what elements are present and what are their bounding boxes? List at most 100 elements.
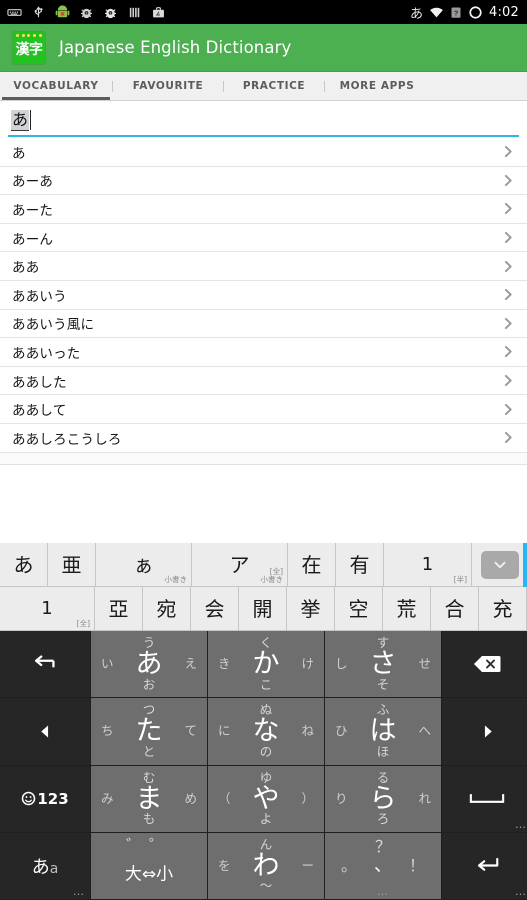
flick-cluster: る り ら れ ろ [325,770,441,828]
candidate-item[interactable]: 開 [239,587,287,631]
key-enter[interactable]: … [442,832,527,900]
flick-left: り [335,790,348,806]
candidate-item[interactable]: 1 [半] [384,543,472,587]
flick-left: し [335,655,348,671]
flick-up: ？ [374,836,392,856]
list-item[interactable]: あーた [0,195,527,224]
list-item[interactable]: ああ [0,252,527,281]
candidate-item[interactable]: あ [0,543,48,587]
flick-left: い [101,655,114,671]
candidate-item[interactable]: ぁ 小書き [96,543,192,587]
ime-candidate-bar: あ 亜 ぁ 小書き ア [全] 小書き 在 有 1 [半] 1 [全] 亞 宛 … [0,543,527,631]
candidate-item[interactable]: 亞 [95,587,143,631]
key-ta-row[interactable]: つ ち た て と [91,698,208,766]
key-na-row[interactable]: ぬ に な ね の [208,698,325,766]
status-bar-left-icons: i i [0,4,166,20]
key-wa-row[interactable]: ん を わ ー 〜 [208,832,325,900]
candidate-text: 有 [349,552,370,577]
key-undo[interactable] [0,631,91,699]
list-item[interactable]: あーん [0,223,527,253]
flick-center: た [135,715,163,747]
tab-more-apps[interactable]: MORE APPS [325,72,429,100]
clock: 4:02 [489,4,519,20]
candidate-item[interactable]: 宛 [143,587,191,631]
candidate-item[interactable]: 有 [336,543,384,587]
vocabulary-result-list[interactable]: あ あーあ あーた あーん ああ ああいう ああいう風に ああいった ああした … [0,138,527,465]
list-item-label: ああいった [12,345,81,362]
bug-icon-1: i [79,5,94,20]
list-item-label: ああいう風に [12,317,95,334]
flick-cluster: つ ち た て と [91,702,207,760]
candidate-item[interactable]: ア [全] 小書き [192,543,288,587]
candidate-text: 開 [252,596,273,621]
candidate-item[interactable]: 空 [335,587,383,631]
flick-right: め [184,790,197,806]
list-item[interactable]: ああいった [0,338,527,367]
key-dakuten-size-toggle[interactable]: ゛゜ 大⇔小 [91,832,208,900]
app-icon-rings [13,33,45,37]
emoji-123-icon: 123 [21,790,69,808]
enter-arrow-icon [473,856,501,875]
key-backspace[interactable] [442,631,527,699]
list-item[interactable]: ああいう [0,280,527,310]
list-item[interactable]: ああして [0,395,527,424]
triangle-left-icon [37,723,54,740]
candidate-item[interactable]: 荒 [383,587,431,631]
candidate-item[interactable]: 充 [479,587,527,631]
flick-right: え [184,655,197,671]
key-punctuation[interactable]: ？ 。 、 ！ … [325,832,442,900]
key-ra-row[interactable]: る り ら れ ろ [325,765,442,833]
key-ya-row[interactable]: ゆ （ や ） よ [208,765,325,833]
list-item[interactable]: ああした [0,366,527,396]
flick-center: わ [252,850,280,882]
candidate-annotation: 小書き [164,575,188,585]
flick-center: ら [369,783,397,815]
candidate-item[interactable]: 挙 [287,587,335,631]
tab-favourite[interactable]: FAVOURITE [113,72,223,100]
list-item[interactable]: あ [0,138,527,167]
list-item[interactable]: ああいう風に [0,309,527,339]
backspace-icon [472,654,502,674]
list-item-label: あーん [12,231,54,248]
flick-center: あ [135,648,163,680]
key-ma-row[interactable]: む み ま め も [91,765,208,833]
key-space[interactable]: … [442,765,527,833]
ime-keyboard: う い あ え お く き か け こ す し さ せ そ つ ち た て と … [0,631,527,900]
key-ka-row[interactable]: く き か け こ [208,631,325,699]
bug-icon-2: i [103,5,118,20]
space-bar-icon [468,791,506,807]
key-sa-row[interactable]: す し さ せ そ [325,631,442,699]
flick-center: な [252,715,280,747]
flick-cluster: ん を わ ー 〜 [208,837,324,895]
list-item[interactable]: あーあ [0,166,527,196]
key-input-mode-toggle[interactable]: あa … [0,832,91,900]
candidate-scrollbar[interactable] [523,543,527,587]
key-ha-row[interactable]: ふ ひ は へ ほ [325,698,442,766]
flick-cluster: ぬ に な ね の [208,702,324,760]
candidate-text: 亞 [108,596,129,621]
candidate-item[interactable]: 1 [全] [0,587,95,631]
candidate-item[interactable]: 合 [431,587,479,631]
candidate-expand-button[interactable] [472,543,527,587]
candidate-item[interactable]: 亜 [48,543,96,587]
candidate-text: 合 [444,596,465,621]
key-cursor-left[interactable] [0,698,91,766]
key-symbol-number-mode[interactable]: 123 [0,765,91,833]
tab-practice[interactable]: PRACTICE [224,72,324,100]
chevron-down-icon [480,550,519,579]
candidate-text: 亜 [61,552,82,577]
candidate-item[interactable]: 在 [288,543,336,587]
input-mode-label: あa [31,856,59,878]
key-cursor-right[interactable] [442,698,527,766]
flick-cluster: ゆ （ や ） よ [208,770,324,828]
search-input[interactable]: あ [8,105,519,137]
list-item-label: あーあ [12,174,54,191]
list-item[interactable]: ああしろこうしろ [0,423,527,453]
flick-cluster: ふ ひ は へ ほ [325,702,441,760]
flick-down: と [142,743,156,759]
flick-left: ひ [335,723,348,739]
candidate-item[interactable]: 会 [191,587,239,631]
candidate-text: 1 [41,597,53,619]
tab-vocabulary[interactable]: VOCABULARY [0,72,112,100]
key-a-row[interactable]: う い あ え お [91,631,208,699]
